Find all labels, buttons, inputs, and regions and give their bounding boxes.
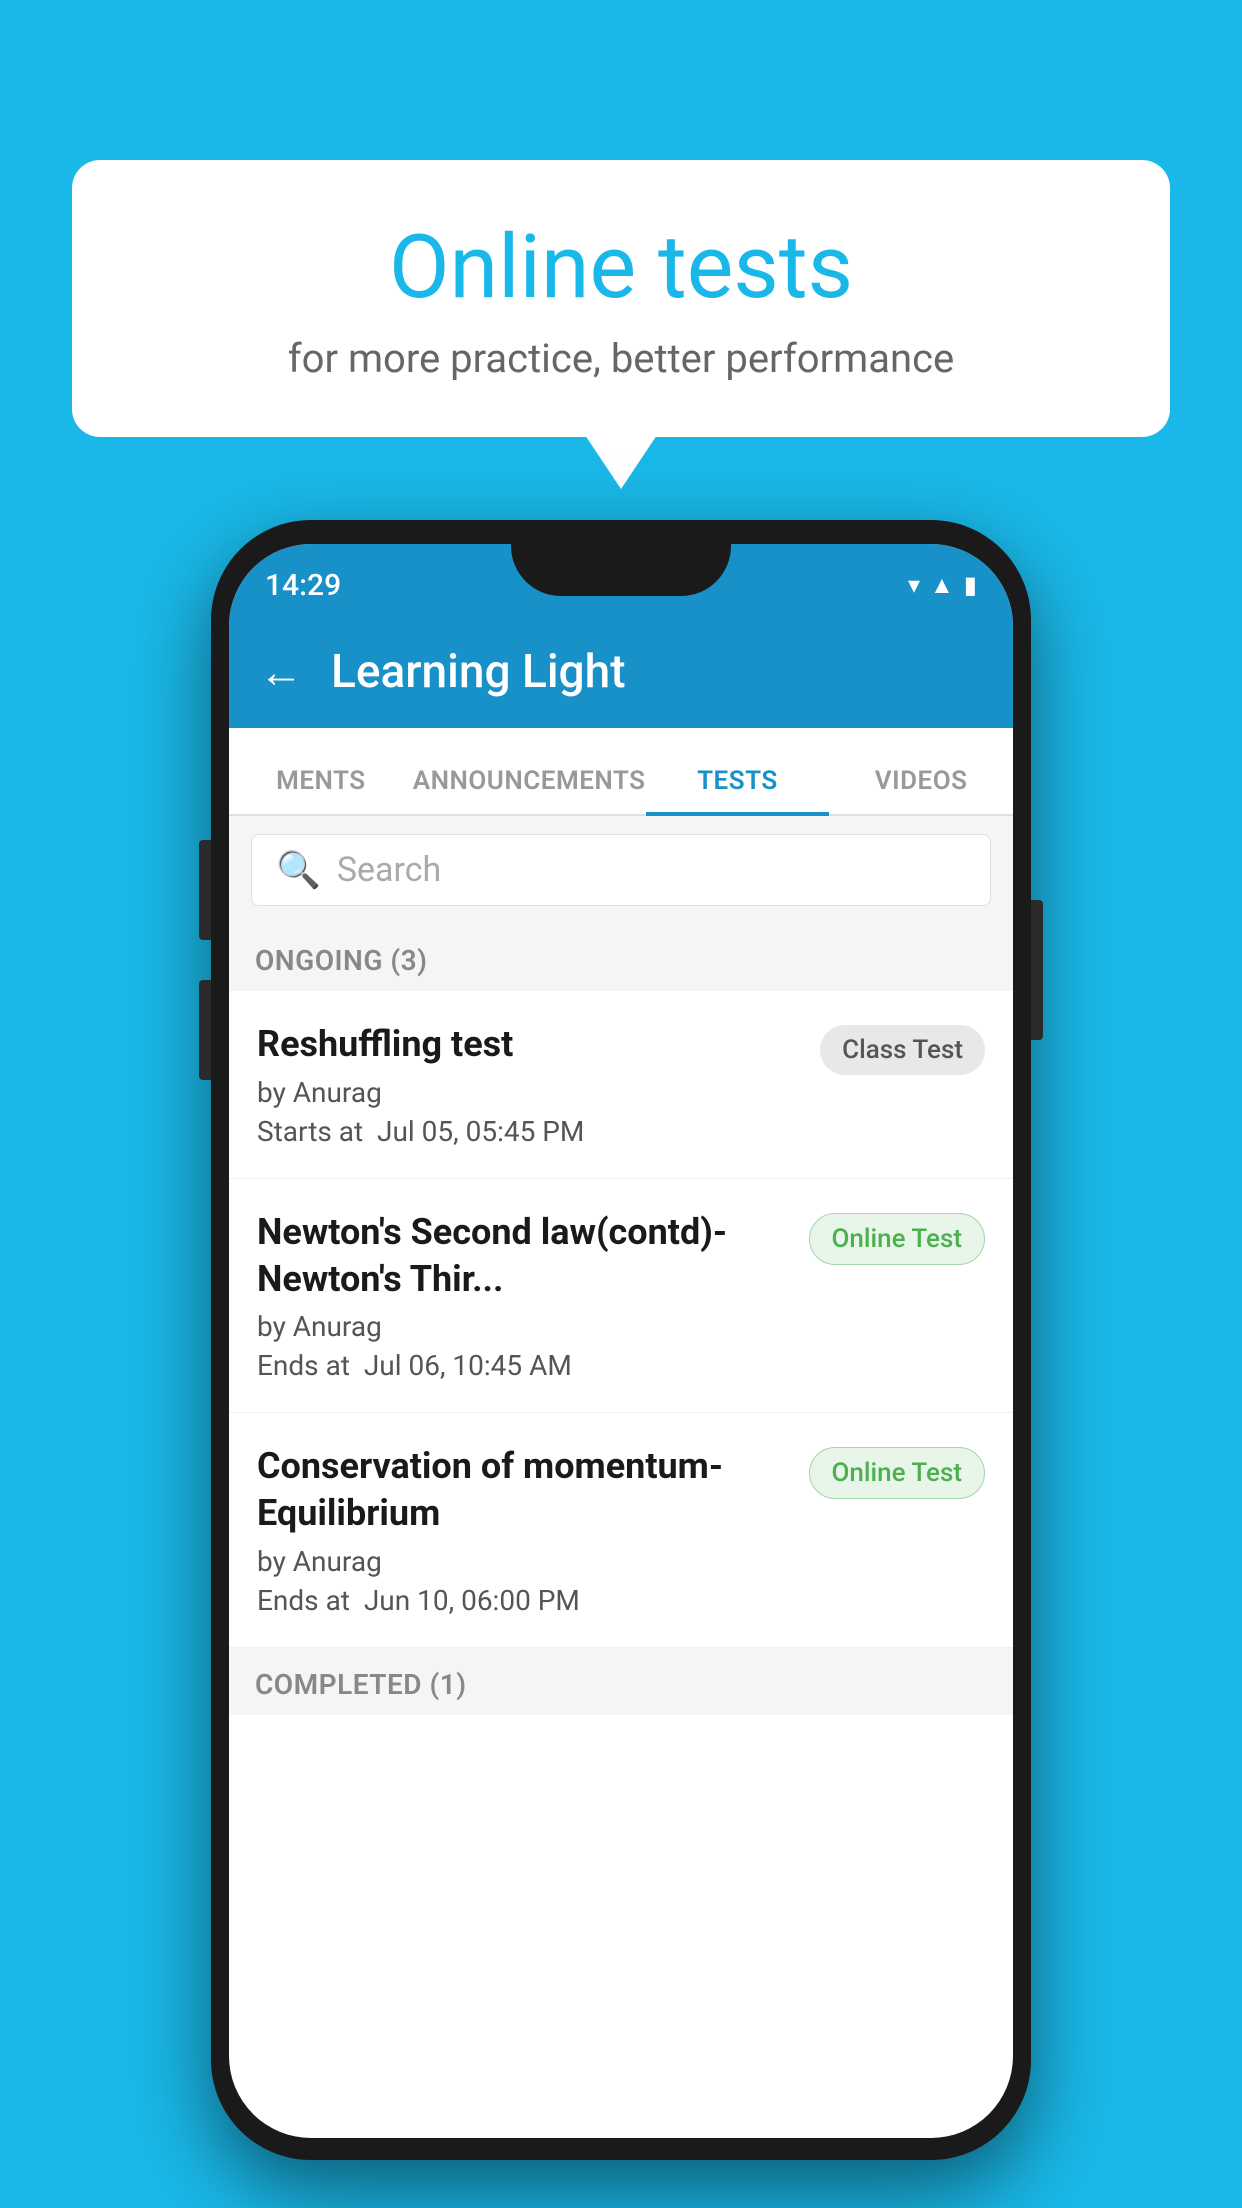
ongoing-section-header: ONGOING (3) <box>229 924 1013 991</box>
test-badge-class: Class Test <box>820 1025 985 1075</box>
status-time: 14:29 <box>265 568 341 603</box>
test-badge-online: Online Test <box>809 1213 986 1265</box>
phone-notch <box>511 544 731 596</box>
test-item-content: Newton's Second law(contd)-Newton's Thir… <box>257 1209 809 1383</box>
test-item-name: Conservation of momentum-Equilibrium <box>257 1443 789 1537</box>
search-icon: 🔍 <box>276 849 321 891</box>
volume-up-button <box>199 840 211 940</box>
tabs-container: MENTS ANNOUNCEMENTS TESTS VIDEOS <box>229 728 1013 816</box>
back-button[interactable]: ← <box>259 650 303 694</box>
power-button <box>1031 900 1043 1040</box>
search-input[interactable]: 🔍 Search <box>251 834 991 906</box>
test-item-name: Reshuffling test <box>257 1021 800 1068</box>
test-item[interactable]: Conservation of momentum-Equilibrium by … <box>229 1413 1013 1648</box>
phone-container: 14:29 ▾ ▲ ▮ ← Learning Light MENTS ANNOU… <box>211 520 1031 2160</box>
wifi-icon: ▾ <box>908 571 920 599</box>
speech-bubble: Online tests for more practice, better p… <box>72 160 1170 437</box>
test-badge-online: Online Test <box>809 1447 986 1499</box>
search-container: 🔍 Search <box>229 816 1013 924</box>
test-item[interactable]: Newton's Second law(contd)-Newton's Thir… <box>229 1179 1013 1414</box>
test-item-name: Newton's Second law(contd)-Newton's Thir… <box>257 1209 789 1303</box>
test-list: Reshuffling test by Anurag Starts at Jul… <box>229 991 1013 1648</box>
speech-bubble-subtitle: for more practice, better performance <box>122 335 1120 382</box>
volume-down-button <box>199 980 211 1080</box>
app-bar-title: Learning Light <box>331 645 626 699</box>
status-icons: ▾ ▲ ▮ <box>908 571 977 600</box>
speech-bubble-title: Online tests <box>122 220 1120 317</box>
phone-screen: 14:29 ▾ ▲ ▮ ← Learning Light MENTS ANNOU… <box>229 544 1013 2138</box>
tab-videos[interactable]: VIDEOS <box>829 766 1013 814</box>
test-item-time: Ends at Jul 06, 10:45 AM <box>257 1349 789 1382</box>
tab-announcements[interactable]: ANNOUNCEMENTS <box>413 766 646 814</box>
completed-section-header: COMPLETED (1) <box>229 1648 1013 1715</box>
test-item-time: Ends at Jun 10, 06:00 PM <box>257 1584 789 1617</box>
signal-icon: ▲ <box>930 571 954 600</box>
search-placeholder: Search <box>337 850 441 890</box>
test-item-author: by Anurag <box>257 1310 789 1343</box>
test-item-author: by Anurag <box>257 1076 800 1109</box>
app-bar: ← Learning Light <box>229 616 1013 728</box>
test-item-content: Reshuffling test by Anurag Starts at Jul… <box>257 1021 820 1148</box>
test-item[interactable]: Reshuffling test by Anurag Starts at Jul… <box>229 991 1013 1179</box>
test-item-time: Starts at Jul 05, 05:45 PM <box>257 1115 800 1148</box>
tab-ments[interactable]: MENTS <box>229 766 413 814</box>
tab-tests[interactable]: TESTS <box>646 766 830 814</box>
test-item-author: by Anurag <box>257 1545 789 1578</box>
battery-icon: ▮ <box>964 571 977 599</box>
test-item-content: Conservation of momentum-Equilibrium by … <box>257 1443 809 1617</box>
